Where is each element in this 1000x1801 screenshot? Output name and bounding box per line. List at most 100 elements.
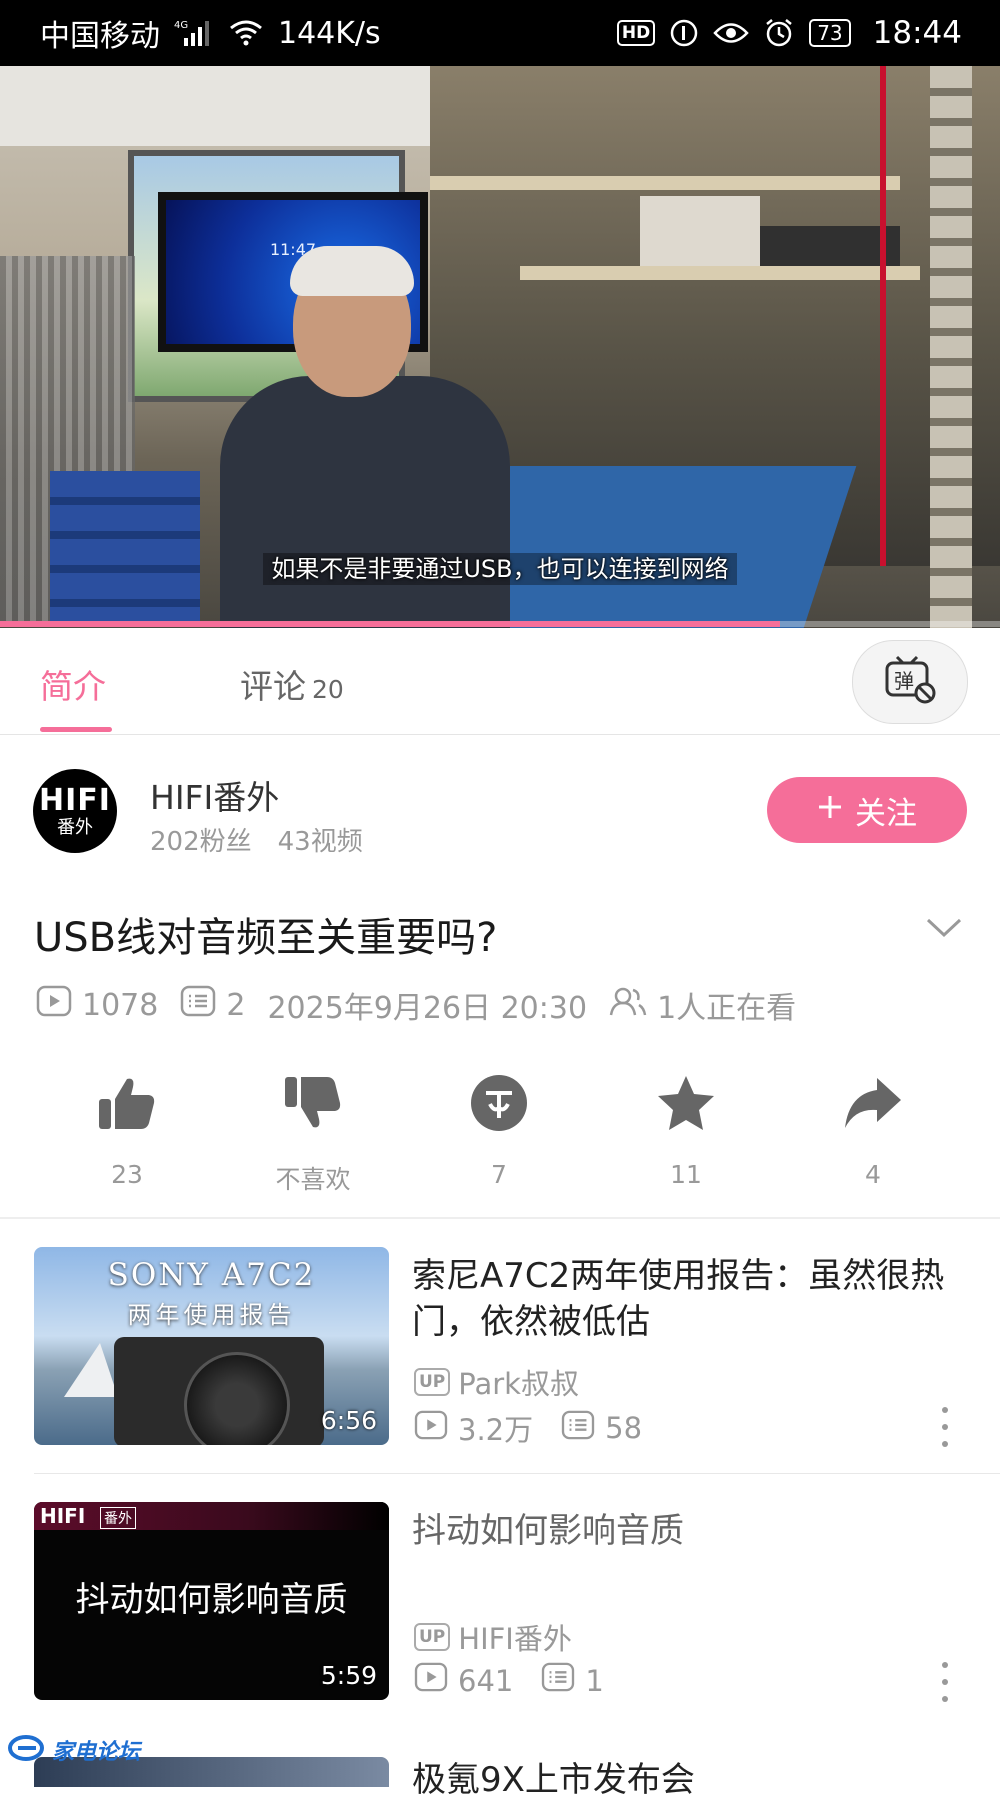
video-title: USB线对音频至关重要吗? xyxy=(34,915,498,961)
alarm-icon xyxy=(763,17,795,49)
video-frame-bins xyxy=(50,471,200,621)
clock: 18:44 xyxy=(872,15,962,51)
carrier-name: 中国移动 xyxy=(40,19,160,54)
dislike-button[interactable]: 不喜欢 xyxy=(243,1070,383,1196)
favorite-button[interactable]: 11 xyxy=(616,1070,756,1189)
network-speed: 144K/s xyxy=(278,15,381,51)
publish-date: 2025年9月26日 20:30 xyxy=(267,991,588,1026)
related-video-thumbnail[interactable]: SONY A7C2 两年使用报告 6:56 xyxy=(34,1247,389,1445)
share-button[interactable]: 4 xyxy=(803,1070,943,1189)
up-badge-icon: UP xyxy=(414,1368,451,1396)
svg-text:弹: 弹 xyxy=(894,669,914,693)
related-video-uploader[interactable]: UP HIFI番外 xyxy=(414,1616,572,1658)
related-video-title[interactable]: 抖动如何影响音质 xyxy=(412,1508,952,1554)
watching-icon xyxy=(609,985,647,1025)
play-count-icon xyxy=(414,1662,448,1699)
play-count-icon xyxy=(414,1410,448,1447)
list-divider xyxy=(34,1473,1000,1474)
chevron-down-icon[interactable] xyxy=(926,917,962,943)
danmaku-off-icon: 弹 xyxy=(883,655,937,709)
view-count: 641 xyxy=(458,1663,514,1698)
more-options-icon[interactable] xyxy=(935,1662,955,1702)
hd-icon: HD xyxy=(616,20,656,46)
video-meta-row: 1078 2 2025年9月26日 20:30 1人正在看 xyxy=(36,983,818,1027)
uploader-stats: 202粉丝 43视频 xyxy=(150,821,363,858)
video-frame-rack-shelf xyxy=(430,176,900,190)
tab-comments-label: 评论 xyxy=(240,667,306,706)
video-duration: 5:59 xyxy=(320,1661,377,1690)
thumbnail-band xyxy=(34,1502,389,1530)
video-frame-cable xyxy=(880,66,886,566)
action-bar: 23 不喜欢 7 11 4 xyxy=(0,1070,1000,1220)
uploader-avatar[interactable]: HIFI 番外 xyxy=(33,769,117,853)
danmaku-count-icon xyxy=(541,1662,575,1699)
watching-count: 1人正在看 xyxy=(657,991,797,1026)
coin-icon xyxy=(470,1074,528,1136)
avatar-text: HIFI xyxy=(39,782,111,818)
danmaku-count: 1 xyxy=(585,1663,604,1698)
danmaku-count-icon xyxy=(561,1410,595,1447)
plus-icon xyxy=(817,792,843,828)
danmaku-count: 2 xyxy=(226,987,246,1023)
uploader-name: HIFI番外 xyxy=(458,1622,572,1656)
related-video-uploader[interactable]: UP Park叔叔 xyxy=(414,1361,579,1403)
danmaku-count: 58 xyxy=(605,1411,643,1445)
dislike-label: 不喜欢 xyxy=(275,1165,351,1194)
share-icon xyxy=(843,1076,903,1134)
video-frame-rack-shelf xyxy=(520,266,920,280)
like-button[interactable]: 23 xyxy=(57,1070,197,1189)
coin-count: 7 xyxy=(491,1160,507,1189)
up-badge-icon: UP xyxy=(414,1623,451,1651)
related-video-item[interactable]: SONY A7C2 两年使用报告 6:56 索尼A7C2两年使用报告：虽然很热门… xyxy=(0,1247,1000,1451)
video-progress-bar[interactable] xyxy=(0,621,1000,627)
eye-icon xyxy=(713,20,749,46)
uploader-name[interactable]: HIFI番外 xyxy=(150,771,279,819)
related-video-thumbnail[interactable]: HIFI 番外 抖动如何影响音质 5:59 xyxy=(34,1502,389,1700)
section-divider xyxy=(0,1217,1000,1219)
video-frame-post xyxy=(930,66,972,628)
video-frame-equipment xyxy=(640,196,760,266)
video-player[interactable]: 11:47 如果不是非要通过USB，也可以连接到网络 xyxy=(0,66,1000,628)
signal-icon: 4G xyxy=(174,18,214,48)
battery-indicator: 73 xyxy=(809,19,851,47)
related-video-stats: 3.2万 58 xyxy=(414,1407,670,1449)
video-progress-fill xyxy=(0,621,780,627)
thumbnail-title: 抖动如何影响音质 xyxy=(75,1580,348,1620)
favorite-count: 11 xyxy=(670,1160,702,1189)
view-count: 3.2万 xyxy=(458,1413,534,1447)
uploader-name: Park叔叔 xyxy=(458,1367,579,1401)
wifi-icon xyxy=(228,19,264,47)
tab-comments[interactable]: 评论 20 xyxy=(240,660,344,708)
video-frame-equipment xyxy=(760,226,900,266)
like-count: 23 xyxy=(111,1160,143,1189)
avatar-subtext: 番外 xyxy=(57,816,93,838)
coin-button[interactable]: 7 xyxy=(429,1070,569,1189)
view-count: 1078 xyxy=(82,987,159,1023)
network-type: 4G xyxy=(174,20,188,31)
video-duration: 6:56 xyxy=(320,1406,377,1435)
video-frame-ceiling xyxy=(0,66,430,146)
video-subtitle-text: 如果不是非要通过USB，也可以连接到网络 xyxy=(263,553,737,585)
tab-bar: 简介 评论 20 弹 xyxy=(0,630,1000,735)
forum-watermark: 家电论坛 xyxy=(8,1733,140,1767)
video-frame-person xyxy=(220,376,510,628)
watermark-text: 家电论坛 xyxy=(52,1740,141,1765)
follow-button[interactable]: 关注 xyxy=(767,777,967,843)
related-video-title[interactable]: 极氪9X上市发布会 xyxy=(412,1752,695,1801)
danmaku-count-icon xyxy=(180,985,216,1025)
danmaku-toggle-button[interactable]: 弹 xyxy=(852,640,968,724)
thumbnail-title: SONY A7C2 xyxy=(107,1257,316,1293)
video-frame-person-hair xyxy=(290,246,414,296)
more-options-icon[interactable] xyxy=(935,1407,955,1447)
related-video-stats: 641 1 xyxy=(414,1662,632,1699)
thumbnail-subtitle: 两年使用报告 xyxy=(127,1301,296,1329)
uploader-section: HIFI 番外 HIFI番外 202粉丝 43视频 关注 xyxy=(0,735,1000,885)
related-video-title[interactable]: 索尼A7C2两年使用报告：虽然很热门，依然被低估 xyxy=(412,1253,952,1345)
tab-intro[interactable]: 简介 xyxy=(40,660,106,708)
watermark-logo-icon xyxy=(8,1733,48,1767)
thumbnail-brand-sub: 番外 xyxy=(100,1507,136,1529)
uploader-videos: 43视频 xyxy=(277,827,363,857)
tab-comments-count: 20 xyxy=(312,675,344,704)
thumbs-down-icon xyxy=(283,1075,343,1135)
related-video-item[interactable]: HIFI 番外 抖动如何影响音质 5:59 抖动如何影响音质 UP HIFI番外… xyxy=(0,1502,1000,1706)
